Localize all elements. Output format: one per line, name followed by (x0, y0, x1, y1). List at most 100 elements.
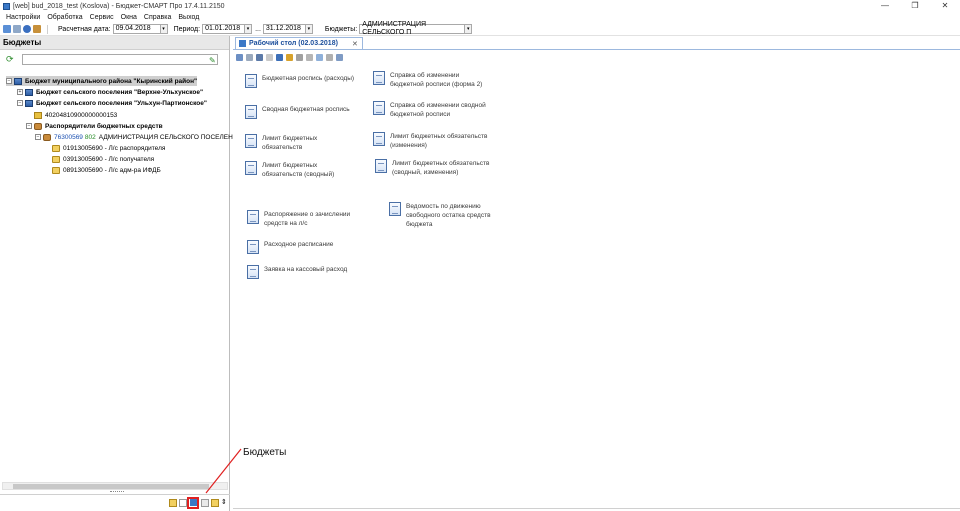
expand-icon[interactable]: + (17, 89, 23, 95)
document-icon (389, 202, 401, 216)
period-to-dropdown[interactable]: ▾ (305, 24, 313, 34)
pencil-icon[interactable]: ✎ (209, 56, 218, 65)
desktop-item[interactable]: Заявка на кассовый расход (247, 265, 359, 279)
tree-node-distributors[interactable]: − Распорядители бюджетных средств (26, 121, 163, 131)
properties-icon[interactable] (286, 53, 293, 61)
desktop-item[interactable]: Бюджетная роспись (расходы) (245, 74, 357, 88)
document-icon[interactable] (179, 498, 187, 507)
tree-node-label: Распорядители бюджетных средств (45, 122, 163, 130)
folder-icon[interactable] (169, 498, 177, 507)
desktop-item-label: Лимит бюджетных обязательств (262, 135, 318, 151)
desktop-item[interactable]: Справка об изменении бюджетной росписи (… (373, 71, 493, 89)
edit-icon[interactable] (256, 53, 263, 61)
tree-node-ls-distributor[interactable]: 01913005690 - Л/с распорядителя (52, 143, 165, 153)
scrollbar-thumb[interactable] (13, 484, 209, 489)
period-to-input[interactable]: 31.12.2018 (262, 24, 306, 34)
tab-label: Рабочий стол (02.03.2018) (249, 40, 338, 47)
period-label: Период: (173, 25, 201, 33)
search-input[interactable]: ✎ (22, 54, 218, 65)
sync-icon[interactable] (336, 53, 343, 61)
collapse-icon[interactable]: − (6, 78, 12, 84)
menu-settings[interactable]: Настройки (6, 14, 40, 21)
document-tabs: Рабочий стол (02.03.2018) ✕ (233, 36, 960, 50)
document-icon[interactable] (13, 25, 21, 33)
maximize-button[interactable]: ❐ (900, 0, 930, 12)
menu-exit[interactable]: Выход (178, 14, 199, 21)
panel-title: Бюджеты (0, 36, 229, 50)
document-icon (245, 74, 257, 88)
desktop-item[interactable]: Лимит бюджетных обязательств (сводный, и… (375, 159, 495, 177)
splitter-grip[interactable] (110, 491, 124, 493)
budgets-tab-button[interactable] (187, 496, 199, 509)
view-icon[interactable] (316, 53, 323, 61)
desktop-item-label: Ведомость по движению свободного остатка… (406, 203, 491, 228)
desktop-item[interactable]: Лимит бюджетных обязательств (245, 134, 357, 152)
desktop-item[interactable]: Ведомость по движению свободного остатка… (389, 202, 504, 229)
document-icon (247, 210, 259, 224)
desktop-item[interactable]: Сводная бюджетная роспись (245, 105, 357, 119)
refresh-icon[interactable]: ⟳ (6, 54, 15, 64)
info-icon[interactable] (23, 25, 31, 33)
desktop-item-label: Справка об изменении сводной бюджетной р… (390, 102, 486, 118)
document-icon (373, 132, 385, 146)
document-icon (375, 159, 387, 173)
collapse-icon[interactable]: − (17, 100, 23, 106)
tree-node-ls-admin[interactable]: 08913005690 - Л/с адм-ра ИФДБ (52, 165, 161, 175)
menu-windows[interactable]: Окна (121, 14, 137, 21)
delete-icon[interactable] (296, 53, 303, 61)
workspace: Рабочий стол (02.03.2018) ✕ Бюджетная ро… (233, 36, 960, 511)
budgets-select[interactable]: АДМИНИСТРАЦИЯ СЕЛЬСКОГО П (359, 21, 466, 36)
table-icon[interactable] (201, 498, 209, 507)
menu-help[interactable]: Справка (144, 14, 171, 21)
close-button[interactable]: ✕ (930, 0, 960, 12)
budgets-panel: Бюджеты ⟳ ✎ − Бюджет муниципального райо… (0, 36, 233, 511)
collapse-icon[interactable]: − (26, 123, 32, 129)
more-icon[interactable]: ⇕ (221, 499, 227, 507)
tree-node-administration[interactable]: − 76300569 802 АДМИНИСТРАЦИЯ СЕЛЬСКОГО П… (35, 132, 233, 142)
tree-node-ulkhun[interactable]: − Бюджет сельского поселения "Ульхун-Пар… (17, 98, 207, 108)
tree-node-verkhne[interactable]: + Бюджет сельского поселения "Верхне-Уль… (17, 87, 203, 97)
period-separator: ... (255, 25, 261, 33)
close-icon[interactable]: ✕ (352, 40, 358, 48)
desktop-item-label: Лимит бюджетных обязательств (изменения) (390, 133, 488, 149)
budget-icon (25, 88, 33, 96)
copy-icon[interactable] (266, 53, 273, 61)
document-icon (245, 161, 257, 175)
collapse-icon[interactable]: − (35, 134, 41, 140)
desktop-item[interactable]: Распоряжение о зачислении средств на л/с (247, 210, 359, 228)
calc-date-input[interactable]: 09.04.2018 (112, 24, 161, 34)
account-icon (34, 111, 42, 119)
period-from-input[interactable]: 01.01.2018 (202, 24, 246, 34)
grid-icon[interactable] (306, 53, 313, 61)
tree-node-account[interactable]: 40204810900000000153 (34, 110, 117, 120)
period-from-dropdown[interactable]: ▾ (245, 24, 253, 34)
tree-node-ls-recipient[interactable]: 03913005690 - Л/с получателя (52, 154, 154, 164)
document-icon (373, 71, 385, 85)
desktop-item-label: Лимит бюджетных обязательств (сводный, и… (392, 160, 490, 176)
open-icon[interactable] (246, 53, 253, 61)
mail-icon[interactable] (211, 498, 219, 507)
save-icon[interactable] (276, 53, 283, 61)
calc-date-dropdown[interactable]: ▾ (160, 24, 168, 34)
back-icon[interactable] (3, 25, 11, 33)
desktop-toolbar (233, 52, 960, 62)
minimize-button[interactable]: — (870, 0, 900, 12)
tree-node-label: Бюджет сельского поселения "Верхне-Ульху… (36, 88, 204, 96)
budgets-dropdown[interactable]: ▾ (465, 24, 473, 34)
tab-desktop[interactable]: Рабочий стол (02.03.2018) ✕ (235, 37, 363, 49)
horizontal-scrollbar[interactable] (2, 482, 228, 490)
document-icon (247, 265, 259, 279)
tree-node-municipal[interactable]: − Бюджет муниципального района "Кырински… (6, 76, 198, 86)
new-icon[interactable] (236, 53, 243, 61)
desktop-item[interactable]: Лимит бюджетных обязательств (сводный) (245, 161, 357, 179)
tree-node-label: 03913005690 - Л/с получателя (63, 155, 155, 163)
layout-icon[interactable] (326, 53, 333, 61)
desktop-item[interactable]: Справка об изменении сводной бюджетной р… (373, 101, 493, 119)
desktop-item[interactable]: Лимит бюджетных обязательств (изменения) (373, 132, 493, 150)
menu-processing[interactable]: Обработка (47, 14, 82, 21)
menu-service[interactable]: Сервис (90, 14, 114, 21)
desktop-item[interactable]: Расходное расписание (247, 240, 359, 254)
desktop-item-label: Распоряжение о зачислении средств на л/с (264, 211, 351, 227)
users-icon[interactable] (33, 25, 41, 33)
budgets-label: Бюджеты: (324, 25, 358, 33)
